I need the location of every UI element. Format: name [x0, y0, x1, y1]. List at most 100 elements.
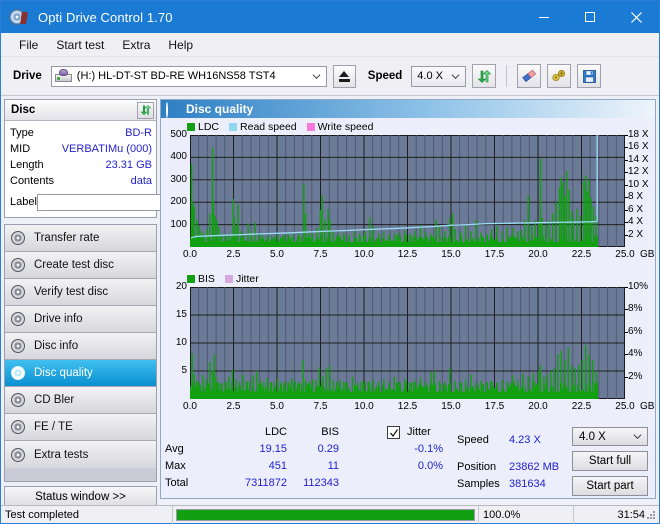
y-axis-tick-mark [625, 234, 628, 236]
x-axis-tick: 10.0 [354, 401, 374, 413]
y-axis-tick-left: 400 [170, 151, 187, 163]
ldc-chart-legend: LDC Read speed Write speed [187, 121, 380, 133]
tools-button[interactable] [547, 64, 572, 88]
disc-icon [11, 447, 28, 462]
y-axis-tick-mark [625, 172, 628, 174]
resize-grip-icon[interactable] [646, 510, 656, 520]
menu-extra[interactable]: Extra [113, 35, 159, 55]
y-axis-tick-mark [625, 331, 628, 333]
legend-swatch-icon [187, 275, 195, 284]
y-axis-tick-mark [625, 197, 628, 199]
bis-chart[interactable]: BIS Jitter 5 10 15 20 2% 4% 6% 8% 10% 0.0 2.5 5.0 7.5… [163, 272, 655, 424]
save-button[interactable] [577, 64, 602, 88]
y-axis-tick-right: 12 X [628, 166, 649, 178]
disc-row-length-value: 23.31 GB [105, 159, 152, 171]
y-axis-tick-mark [625, 287, 628, 289]
disc-panel: Disc Type BD-R MID VERBATIMu (000) Lengt… [4, 99, 238, 218]
speed-select-value: 4.0 X [417, 70, 443, 82]
speed-select[interactable]: 4.0 X [411, 65, 467, 87]
ldc-chart[interactable]: LDC Read speed Write speed 100 200 300 400 500… [163, 120, 654, 268]
disc-label-caption: Label [10, 196, 37, 208]
window-controls [521, 1, 659, 33]
eraser-icon [522, 69, 537, 83]
sidebar-item-transfer-rate[interactable]: Transfer rate [5, 225, 156, 252]
sidebar-item-drive-info[interactable]: Drive info [5, 306, 156, 333]
refresh-button[interactable] [472, 64, 497, 88]
x-axis-unit-label: GB [640, 401, 655, 413]
left-panel: Disc Type BD-R MID VERBATIMu (000) Lengt… [1, 96, 238, 508]
sidebar-item-cd-bler[interactable]: CD Bler [5, 387, 156, 414]
disc-row-length-label: Length [10, 159, 44, 171]
jitter-checkbox[interactable] [387, 426, 400, 440]
y-axis-tick-right: 4 X [628, 216, 644, 228]
disc-row-type-value: BD-R [125, 127, 152, 139]
refresh-icon [140, 104, 151, 116]
close-icon[interactable] [613, 1, 659, 33]
menu-file[interactable]: File [10, 35, 47, 55]
disc-row-type-label: Type [10, 127, 34, 139]
content-panel: Disc quality LDC Read speed Write speed 10… [159, 96, 659, 499]
x-axis-tick: 20.0 [528, 249, 548, 261]
legend-swatch-icon [229, 123, 238, 132]
progress-percent: 100.0% [479, 505, 574, 524]
legend-label: BIS [198, 273, 215, 286]
bis-plot-svg [190, 287, 625, 400]
stats-samples-value: 381634 [509, 478, 546, 491]
disc-icon [9, 8, 31, 26]
legend-entry: Jitter [224, 273, 259, 286]
legend-label: Jitter [235, 273, 259, 286]
legend-entry: Write speed [306, 121, 374, 133]
test-speed-select[interactable]: 4.0 X [572, 427, 648, 447]
sidebar-item-label: Verify test disc [34, 286, 109, 298]
stats-position-label: Position [457, 461, 497, 474]
x-axis-tick: 17.5 [484, 401, 505, 413]
legend-label: LDC [198, 121, 220, 134]
charts-area: LDC Read speed Write speed 100 200 300 400 500… [161, 118, 655, 424]
x-axis-tick: 25.0 [615, 401, 635, 413]
disc-icon [11, 231, 28, 246]
refresh-icon [477, 69, 492, 83]
chevron-down-icon [451, 73, 460, 79]
sidebar-item-disc-info[interactable]: Disc info [5, 333, 156, 360]
y-axis-tick-mark [625, 147, 628, 149]
drive-select[interactable]: (H:) HL-DT-ST BD-RE WH16NS58 TST4 [50, 65, 327, 87]
start-full-button[interactable]: Start full [572, 451, 648, 472]
disc-row-mid-label: MID [10, 143, 31, 155]
nav-filler [5, 468, 156, 481]
sidebar-item-create-test-disc[interactable]: Create test disc [5, 252, 156, 279]
disc-info-rows: Type BD-R MID VERBATIMu (000) Length 23.… [5, 121, 238, 217]
maximize-icon[interactable] [567, 1, 613, 33]
x-axis-tick: 7.5 [313, 401, 328, 413]
sidebar-item-disc-quality[interactable]: Disc quality [5, 360, 156, 387]
y-axis-tick-left: 10 [175, 337, 187, 349]
progress-bar [173, 505, 479, 524]
sidebar-item-extra-tests[interactable]: Extra tests [5, 441, 156, 468]
y-axis-tick-left: 5 [181, 365, 187, 377]
stats-samples-label: Samples [457, 478, 500, 491]
x-axis-tick: 12.5 [397, 401, 418, 413]
minimize-icon[interactable] [521, 1, 567, 33]
y-axis-tick-mark [625, 135, 628, 137]
legend-entry: Read speed [229, 121, 297, 133]
start-part-button[interactable]: Start part [572, 476, 648, 497]
x-axis-tick: 22.5 [571, 401, 592, 413]
toolbar: Drive (H:) HL-DT-ST BD-RE WH16NS58 TST4 … [1, 57, 659, 96]
test-nav-list: Transfer rate Create test disc Verify te… [4, 224, 157, 482]
disc-refresh-button[interactable] [137, 101, 154, 119]
sidebar-item-fe-te[interactable]: FE / TE [5, 414, 156, 441]
menu-start-test[interactable]: Start test [47, 35, 113, 55]
stats-bis-total: 112343 [303, 477, 339, 490]
eraser-button[interactable] [517, 64, 542, 88]
eject-button[interactable] [332, 64, 356, 88]
sidebar-item-label: Disc quality [34, 367, 93, 379]
window-title: Opti Drive Control 1.70 [38, 9, 173, 25]
menu-help[interactable]: Help [159, 35, 202, 55]
disc-panel-header: Disc [5, 100, 156, 121]
sidebar-item-verify-test-disc[interactable]: Verify test disc [5, 279, 156, 306]
test-speed-select-value: 4.0 X [579, 430, 606, 443]
disc-row-length: Length 23.31 GB [10, 157, 152, 173]
stats-jitter-avg: -0.1% [414, 443, 443, 456]
check-icon [389, 428, 398, 437]
y-axis-tick-mark [625, 354, 628, 356]
y-axis-tick-right: 6% [628, 325, 643, 337]
